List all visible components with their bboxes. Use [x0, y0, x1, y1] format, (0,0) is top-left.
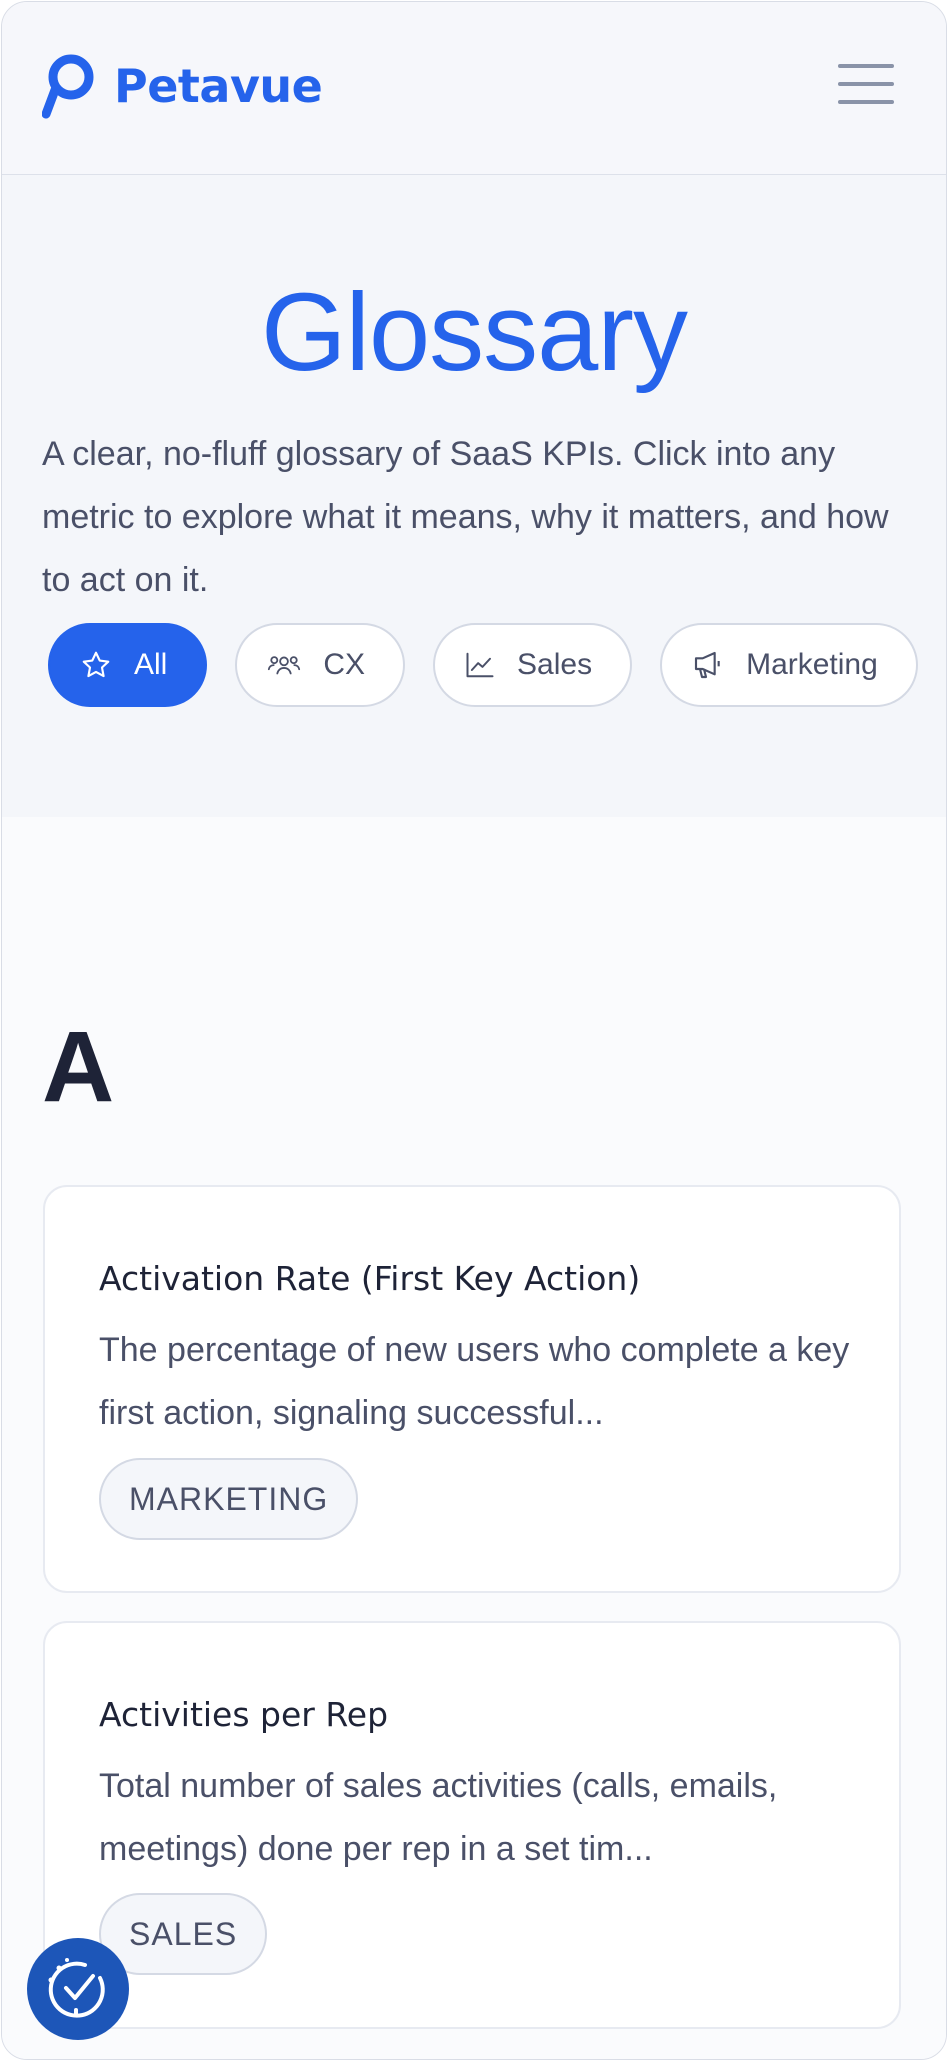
filter-sales[interactable]: Sales	[433, 623, 633, 707]
card-description: The percentage of new users who complete…	[99, 1331, 850, 1432]
category-filters: All CX Sales Marketing	[48, 623, 918, 707]
users-icon	[268, 656, 301, 675]
glossary-card[interactable]: Activities per Rep Total number of sales…	[43, 1621, 901, 2029]
category-tag: MARKETING	[99, 1458, 359, 1540]
megaphone-icon	[695, 651, 720, 679]
brand-logo[interactable]: Petavue	[42, 50, 323, 122]
hero-section: Glossary A clear, no-fluff glossary of S…	[2, 175, 946, 817]
filter-label: CX	[323, 648, 366, 681]
trend-chart-icon	[466, 652, 494, 678]
filter-label: Marketing	[746, 648, 878, 681]
petavue-logo-icon	[42, 54, 94, 119]
filter-label: Sales	[517, 648, 593, 681]
hamburger-menu-button[interactable]	[838, 60, 896, 108]
page-title: Glossary	[261, 271, 688, 394]
glossary-card[interactable]: Activation Rate (First Key Action) The p…	[43, 1185, 901, 1593]
card-title: Activation Rate (First Key Action)	[99, 1259, 641, 1298]
filter-label: All	[134, 648, 168, 681]
glossary-list: A Activation Rate (First Key Action) The…	[2, 817, 946, 2059]
card-description: Total number of sales activities (calls,…	[99, 1767, 778, 1868]
mobile-page: Petavue Glossary A clear, no-fluff gloss…	[1, 1, 947, 2060]
intro-text: A clear, no-fluff glossary of SaaS KPIs.…	[42, 435, 889, 599]
filter-marketing[interactable]: Marketing	[660, 623, 918, 707]
filter-all[interactable]: All	[48, 623, 208, 707]
card-title: Activities per Rep	[99, 1695, 389, 1734]
floating-help-button[interactable]	[27, 1938, 129, 2040]
check-badge-icon	[48, 1958, 105, 2018]
filter-cx[interactable]: CX	[235, 623, 406, 707]
section-letter: A	[42, 1011, 115, 1123]
star-icon	[82, 651, 110, 678]
site-header: Petavue	[2, 2, 946, 175]
brand-name: Petavue	[114, 59, 323, 113]
